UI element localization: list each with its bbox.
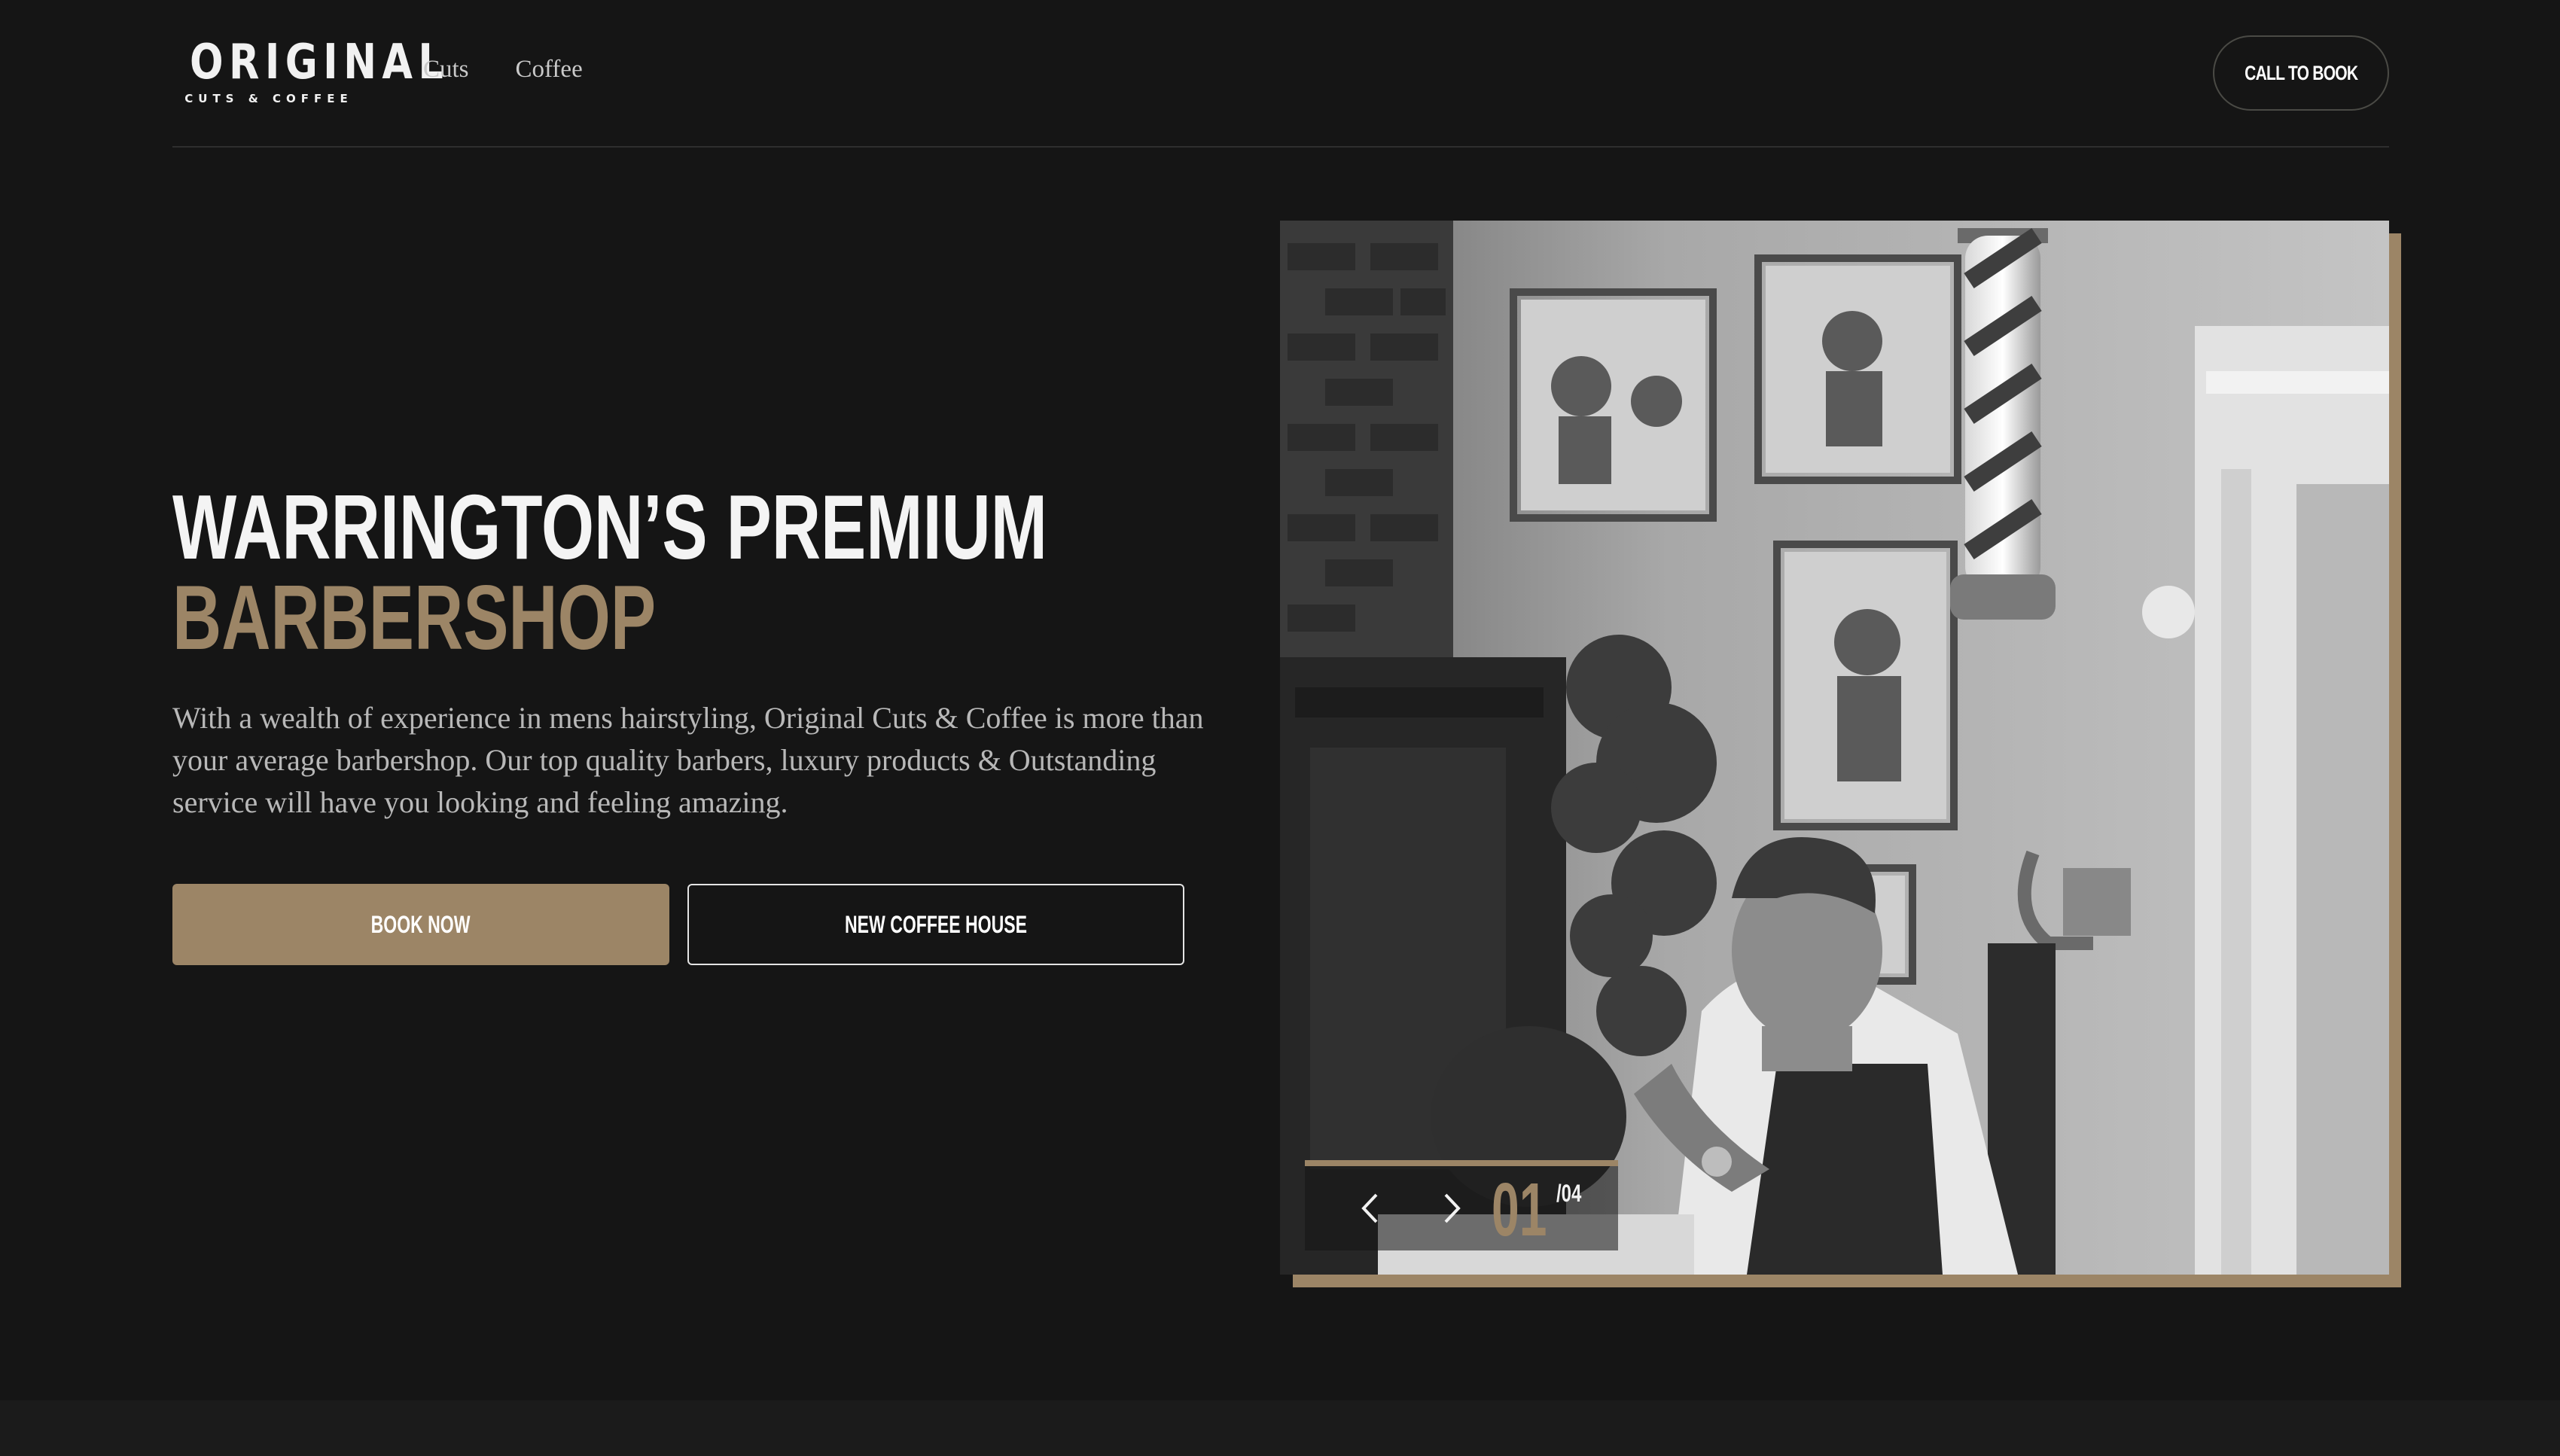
slider-controls: 01 /04 [1305,1160,1618,1250]
hero-description: With a wealth of experience in mens hair… [172,701,1204,819]
brand-logo[interactable]: ORIGINAL CUTS & COFFEE [172,35,450,105]
call-to-book-button[interactable]: CALL TO BOOK [2213,35,2389,111]
book-now-button[interactable]: BOOK NOW [172,884,669,965]
site-header: ORIGINAL CUTS & COFFEE Cuts Coffee CALL … [172,0,2389,148]
hero-title-line2: BARBERSHOP [172,566,657,669]
hero-title: WARRINGTON’S PREMIUM BARBERSHOP [172,476,1047,669]
chevron-right-icon[interactable] [1430,1186,1475,1231]
brand-name: ORIGINAL [190,35,450,90]
next-section-edge [0,1400,2560,1456]
slide-total: /04 [1556,1180,1582,1207]
new-coffee-house-label: NEW COFFEE HOUSE [845,910,1027,938]
nav-item-cuts[interactable]: Cuts [423,56,469,84]
slide-current: 01 [1492,1168,1547,1252]
brand-tagline: CUTS & COFFEE [184,92,353,105]
call-to-book-label: CALL TO BOOK [2244,61,2358,84]
hero-title-line1: WARRINGTON’S PREMIUM [172,476,1047,578]
book-now-label: BOOK NOW [371,910,471,938]
main-nav: Cuts Coffee [423,56,583,84]
chevron-left-icon[interactable] [1347,1186,1392,1231]
nav-item-coffee[interactable]: Coffee [516,56,583,84]
new-coffee-house-button[interactable]: NEW COFFEE HOUSE [687,884,1184,965]
barbershop-photo [1280,221,2389,1275]
slide-counter: 01 /04 [1492,1168,1581,1252]
hero-slide-image [1280,221,2389,1275]
